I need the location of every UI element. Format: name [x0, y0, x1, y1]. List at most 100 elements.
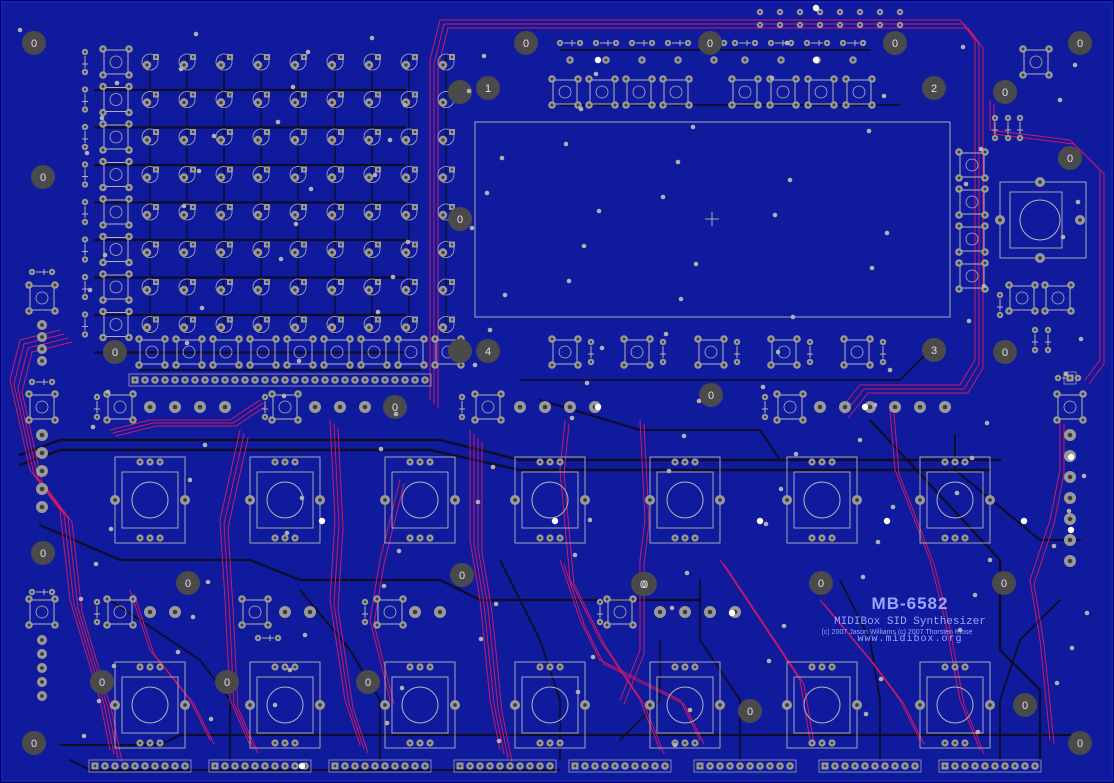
pad-hole — [256, 288, 260, 292]
via — [966, 318, 972, 324]
pad-hole — [93, 764, 97, 768]
pad-hole — [682, 609, 688, 615]
pad-hole — [589, 340, 593, 344]
via — [890, 504, 896, 510]
via — [760, 384, 766, 390]
pad-hole — [95, 395, 99, 399]
pad-hole — [191, 205, 195, 209]
pad-hole — [942, 404, 948, 410]
pad-hole — [95, 415, 99, 419]
pad-hole — [842, 337, 846, 341]
pad-hole — [769, 41, 773, 45]
pad-hole — [313, 378, 317, 382]
pad-hole — [318, 498, 322, 502]
pad-hole — [687, 103, 691, 107]
pad-hole — [95, 620, 99, 624]
pad-hole — [722, 41, 726, 45]
mounting-hole-label: 0 — [523, 38, 529, 50]
via — [111, 663, 117, 669]
pad-hole — [213, 764, 217, 768]
pad-hole — [1069, 283, 1073, 287]
pad-hole — [775, 418, 779, 422]
pad-hole — [788, 764, 792, 768]
pad-hole — [696, 337, 700, 341]
pad-hole — [383, 498, 387, 502]
pad-hole — [403, 378, 407, 382]
pad-hole — [412, 609, 418, 615]
via — [875, 539, 881, 545]
pad-hole — [293, 764, 297, 768]
pad-hole — [191, 55, 195, 59]
pad-hole — [538, 741, 542, 745]
pad-hole — [810, 460, 814, 464]
pad-hole — [173, 764, 177, 768]
pad-hole — [428, 460, 432, 464]
pad-hole — [145, 175, 149, 180]
pad-hole — [913, 764, 917, 768]
via — [790, 314, 796, 320]
via — [769, 75, 775, 81]
via — [756, 517, 764, 525]
via — [184, 340, 190, 346]
pad-hole — [550, 337, 554, 341]
pad-hole — [396, 363, 400, 367]
via — [812, 56, 820, 64]
pad-hole — [270, 418, 274, 422]
pad-hole — [513, 703, 517, 707]
pad-hole — [983, 224, 987, 228]
pad-hole — [640, 58, 644, 62]
pad-hole — [158, 460, 162, 464]
pad-hole — [253, 378, 257, 382]
pad-hole — [265, 243, 269, 246]
pad-hole — [542, 404, 548, 410]
pad-hole — [550, 363, 554, 367]
pad-hole — [873, 764, 877, 768]
pad-hole — [413, 243, 417, 246]
via — [869, 265, 875, 271]
pad-hole — [408, 536, 412, 540]
pad-hole — [131, 418, 135, 422]
mounting-hole-label: 0 — [459, 570, 465, 582]
pad-hole — [594, 41, 598, 45]
pad-hole — [738, 764, 742, 768]
pad-hole — [870, 77, 874, 81]
pad-hole — [428, 665, 432, 669]
pad-hole — [460, 415, 464, 419]
pad-hole — [1021, 73, 1025, 77]
via — [499, 155, 505, 161]
via — [378, 446, 384, 452]
via — [981, 283, 987, 289]
pad-hole — [843, 764, 847, 768]
via — [781, 623, 787, 629]
pad-hole — [441, 213, 445, 217]
pad-hole — [302, 280, 306, 284]
via — [484, 190, 490, 196]
via — [681, 433, 687, 439]
pad-hole — [40, 323, 44, 327]
pad-hole — [748, 764, 752, 768]
via — [298, 762, 306, 770]
pad-hole — [228, 55, 232, 59]
pad-hole — [183, 703, 187, 707]
via — [887, 367, 893, 373]
pad-hole — [265, 318, 269, 321]
pad-hole — [53, 392, 57, 396]
pad-hole — [127, 336, 131, 339]
pad-hole — [718, 498, 722, 502]
pad-hole — [127, 310, 131, 313]
pad-hole — [367, 100, 371, 105]
pad-hole — [318, 703, 322, 707]
via — [211, 133, 217, 139]
pad-hole — [573, 764, 577, 768]
pad-hole — [138, 460, 142, 464]
pad-hole — [266, 597, 270, 601]
board-subtitle: MIDIBox SID Synthesizer — [834, 616, 986, 628]
pad-hole — [868, 363, 872, 367]
pad-hole — [450, 318, 454, 321]
pad-hole — [103, 764, 107, 768]
pad-hole — [101, 223, 105, 227]
via — [684, 570, 690, 576]
via — [969, 455, 975, 461]
pad-hole — [293, 250, 297, 255]
pad-hole — [598, 600, 602, 604]
